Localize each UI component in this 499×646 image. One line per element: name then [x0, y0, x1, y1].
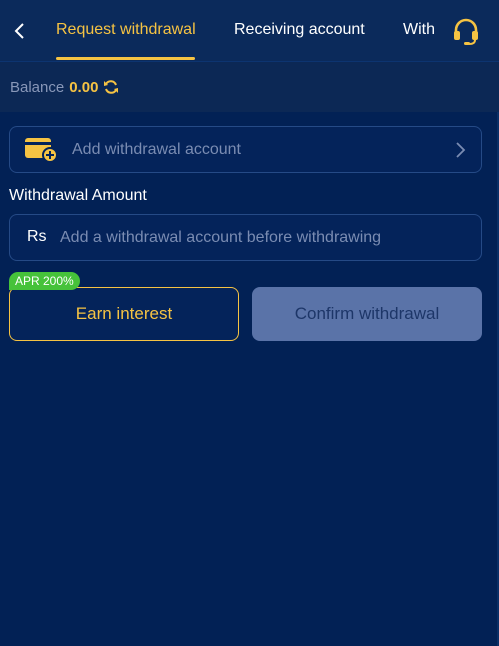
earn-interest-button[interactable]: Earn interest — [9, 287, 239, 341]
confirm-withdrawal-button[interactable]: Confirm withdrawal — [252, 287, 482, 341]
balance-row: Balance 0.00 — [10, 77, 119, 97]
headset-icon — [454, 18, 478, 45]
chevron-left-icon — [14, 23, 24, 39]
withdrawal-amount-input[interactable] — [60, 223, 470, 253]
withdrawal-screen: Request withdrawal Receiving account Wit… — [0, 0, 499, 646]
balance-label: Balance — [10, 78, 65, 96]
withdrawal-amount-label: Withdrawal Amount — [9, 187, 147, 204]
currency-symbol: Rs — [27, 228, 47, 245]
add-account-label: Add withdrawal account — [72, 141, 241, 158]
tab-receiving-account[interactable]: Receiving account — [234, 20, 365, 44]
wallet-add-icon — [25, 138, 58, 163]
tab-withdrawal-history[interactable]: With — [403, 20, 435, 44]
back-button[interactable] — [8, 17, 30, 45]
apr-badge: APR 200% — [9, 272, 80, 290]
refresh-icon[interactable] — [103, 79, 119, 95]
chevron-right-icon — [456, 142, 466, 158]
add-withdrawal-account-row[interactable]: Add withdrawal account — [9, 126, 482, 173]
customer-support-button[interactable] — [450, 15, 482, 47]
active-tab-indicator — [56, 57, 195, 60]
top-nav-bar: Request withdrawal Receiving account Wit… — [0, 0, 499, 62]
amount-field: Rs — [9, 214, 482, 261]
tab-request-withdrawal[interactable]: Request withdrawal — [56, 20, 196, 44]
balance-value: 0.00 — [69, 78, 99, 96]
